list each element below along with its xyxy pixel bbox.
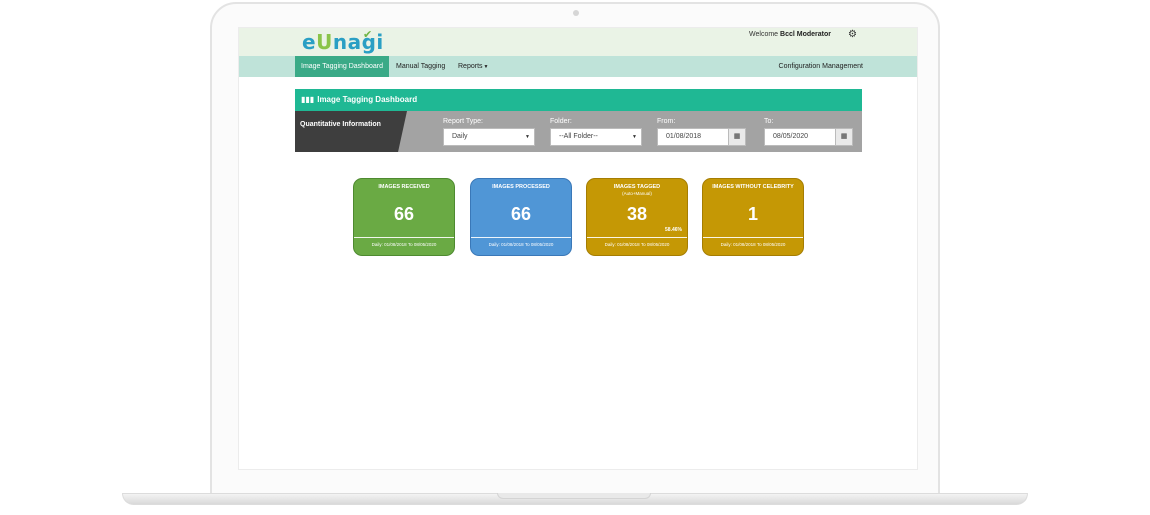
card-images-received[interactable]: IMAGES RECEIVED 66 Daily: 01/08/2018 To …	[353, 178, 455, 256]
dashboard-title-bar: ▮▮▮ Image Tagging Dashboard	[295, 89, 862, 111]
to-date-value: 08/05/2020	[773, 133, 809, 140]
report-type-label: Report Type:	[443, 118, 483, 125]
card-footer: Daily: 01/08/2018 To 08/05/2020	[488, 242, 554, 247]
card-footer: Daily: 01/08/2018 To 08/05/2020	[371, 242, 437, 247]
card-footer: Daily: 01/08/2018 To 08/05/2020	[720, 242, 786, 247]
to-date-input[interactable]: 08/05/2020	[764, 128, 836, 146]
dropdown-arrow-icon: ▼	[632, 134, 637, 140]
screen: eUnagi ✔ Welcome Bccl Moderator ⚙ Image …	[238, 27, 918, 470]
card-value: 38	[626, 204, 648, 224]
to-label: To:	[764, 118, 774, 125]
card-value: 66	[393, 204, 415, 224]
nav-label: Manual Tagging	[396, 63, 446, 70]
user-name: Bccl Moderator	[780, 31, 831, 38]
nav-image-tagging-dashboard[interactable]: Image Tagging Dashboard	[295, 56, 389, 77]
card-footer: Daily: 01/08/2018 To 08/05/2020	[604, 242, 670, 247]
card-subtitle: (Auto+Manual)	[622, 191, 652, 196]
folder-value: --All Folder--	[559, 133, 598, 140]
nav-label: Image Tagging Dashboard	[301, 63, 383, 70]
report-type-value: Daily	[452, 133, 468, 140]
card-value: 1	[747, 204, 758, 224]
nav-label: Reports	[458, 63, 483, 70]
dashboard-title: Image Tagging Dashboard	[317, 95, 418, 104]
card-value: 66	[510, 204, 532, 224]
nav-configuration-management[interactable]: Configuration Management	[773, 56, 869, 77]
card-divider	[471, 237, 571, 238]
caret-down-icon: ▼	[483, 64, 489, 70]
from-date-value: 01/08/2018	[666, 133, 702, 140]
card-title: IMAGES RECEIVED	[378, 184, 430, 190]
card-percent: 58.46%	[665, 227, 682, 233]
main-navbar: Image Tagging Dashboard Manual Tagging R…	[239, 56, 917, 77]
welcome-prefix: Welcome	[749, 31, 779, 38]
filter-bar: Quantitative Information Report Type: Da…	[295, 111, 862, 152]
card-images-without-celebrity[interactable]: IMAGES WITHOUT CELEBRITY 1 Daily: 01/08/…	[702, 178, 804, 256]
gear-icon[interactable]: ⚙	[848, 29, 857, 40]
from-label: From:	[657, 118, 676, 125]
from-calendar-icon[interactable]: ▦	[728, 128, 746, 146]
bar-chart-icon: ▮▮▮	[301, 95, 315, 104]
filter-section-box: Quantitative Information	[295, 111, 407, 152]
card-images-tagged[interactable]: IMAGES TAGGED (Auto+Manual) 38 58.46% Da…	[586, 178, 688, 256]
to-calendar-icon[interactable]: ▦	[835, 128, 853, 146]
laptop-base-notch	[497, 493, 651, 499]
from-date-input[interactable]: 01/08/2018	[657, 128, 729, 146]
card-title: IMAGES PROCESSED	[492, 184, 550, 190]
logo-check-icon: ✔	[363, 29, 373, 41]
folder-select[interactable]: --All Folder-- ▼	[550, 128, 642, 146]
nav-reports[interactable]: Reports▼	[452, 56, 494, 77]
filter-section-label: Quantitative Information	[300, 121, 381, 128]
card-title: IMAGES TAGGED	[613, 184, 661, 190]
nav-label: Configuration Management	[778, 63, 863, 70]
card-divider	[354, 237, 454, 238]
report-type-select[interactable]: Daily ▼	[443, 128, 535, 146]
card-images-processed[interactable]: IMAGES PROCESSED 66 Daily: 01/08/2018 To…	[470, 178, 572, 256]
webcam	[573, 10, 579, 16]
welcome-text: Welcome Bccl Moderator	[749, 31, 831, 38]
card-divider	[703, 237, 803, 238]
folder-label: Folder:	[550, 118, 572, 125]
app-header: eUnagi ✔ Welcome Bccl Moderator ⚙	[239, 28, 917, 56]
card-title: IMAGES WITHOUT CELEBRITY	[712, 184, 794, 190]
dropdown-arrow-icon: ▼	[525, 134, 530, 140]
card-divider	[587, 237, 687, 238]
nav-manual-tagging[interactable]: Manual Tagging	[390, 56, 451, 77]
